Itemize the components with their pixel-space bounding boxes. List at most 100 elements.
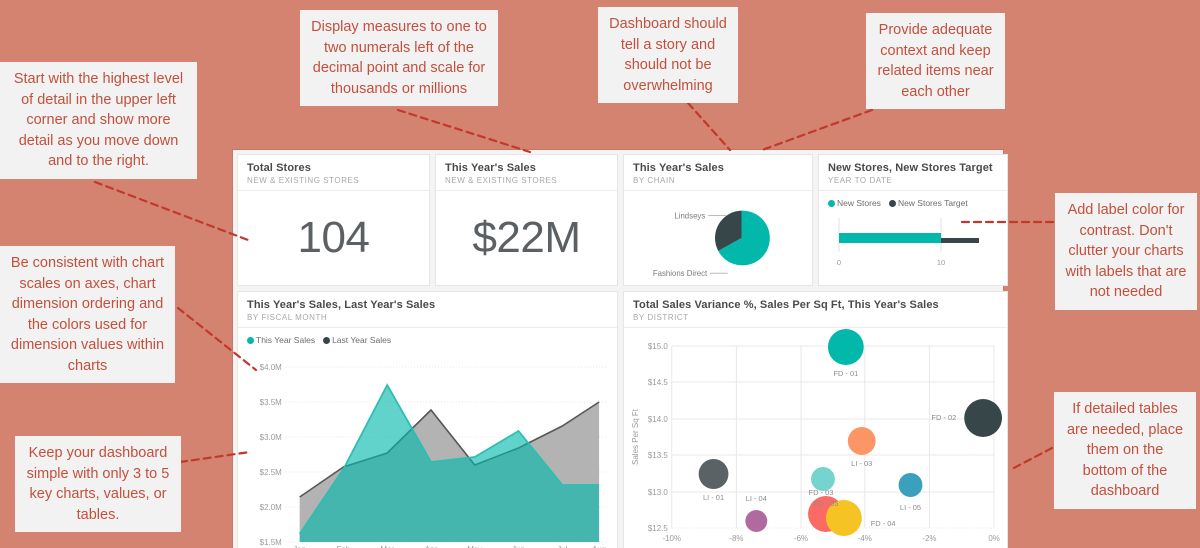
pie-label-lindseys: Lindseys (674, 211, 705, 220)
note-label-color: Add label color for contrast. Don't clut… (1055, 193, 1197, 310)
note-measures: Display measures to one to two numerals … (300, 10, 498, 107)
kpi-value-total-stores: 104 (297, 213, 370, 262)
note-detail-order: Start with the highest level of detail i… (0, 62, 197, 179)
tile-subtitle: BY CHAIN (633, 176, 676, 185)
tile-total-stores[interactable]: Total Stores NEW & EXISTING STORES 104 (237, 154, 430, 286)
ytick-3.5M: $3.5M (260, 398, 282, 407)
tile-title: This Year's Sales, Last Year's Sales (247, 299, 436, 311)
ytick-13.5: $13.5 (648, 451, 668, 460)
bubble-label-li-01: LI - 01 (703, 493, 724, 502)
bubble-label-fd-03: FD - 03 (809, 488, 834, 497)
legend-item-new-stores[interactable]: New Stores (828, 198, 881, 208)
bubble-li-01[interactable] (698, 459, 729, 489)
bubble-fd-01[interactable] (827, 329, 864, 365)
note-consistency: Be consistent with chart scales on axes,… (0, 246, 175, 384)
ytick-14.5: $14.5 (648, 378, 668, 387)
dashboard-canvas: Total Stores NEW & EXISTING STORES 104 T… (233, 150, 1008, 548)
legend-label: Last Year Sales (332, 335, 392, 345)
tile-header: This Year's Sales NEW & EXISTING STORES (436, 155, 617, 191)
tile-subtitle: BY DISTRICT (633, 313, 689, 322)
tile-variance-by-district[interactable]: Total Sales Variance %, Sales Per Sq Ft,… (623, 291, 1008, 548)
tile-title: This Year's Sales (445, 162, 536, 174)
tile-subtitle: NEW & EXISTING STORES (247, 176, 360, 185)
tile-title: Total Stores (247, 162, 311, 174)
tile-body: Lindseys Fashions Direct (624, 191, 812, 285)
tile-body: 104 (238, 191, 429, 285)
xtick--4: -4% (858, 534, 872, 543)
kpi-value-this-years-sales: $22M (472, 213, 581, 262)
tile-this-years-sales[interactable]: This Year's Sales NEW & EXISTING STORES … (435, 154, 618, 286)
tile-title: New Stores, New Stores Target (828, 162, 993, 174)
ytick-3.0M: $3.0M (260, 433, 282, 442)
legend-label: New Stores (837, 198, 881, 208)
note-tables: If detailed tables are needed, place the… (1054, 392, 1196, 509)
legend-item-this-year-sales[interactable]: This Year Sales (247, 335, 315, 345)
connector-context (760, 108, 874, 152)
tile-title: This Year's Sales (633, 162, 724, 174)
tile-body: This Year Sales Last Year Sales $4.0M $3… (238, 328, 617, 548)
ytick-2.5M: $2.5M (260, 468, 282, 477)
connector-story (686, 101, 732, 152)
tile-body: New Stores New Stores Target 0 10 (819, 191, 1007, 285)
legend-label: This Year Sales (256, 335, 316, 345)
bubble-label-fd-04: FD - 04 (871, 519, 896, 528)
legend-dot-icon (888, 199, 896, 207)
bubble-label-fd-05: FD - 05 (814, 499, 839, 508)
connector-tables (1008, 446, 1054, 472)
area-chart-sales-by-fiscal-month: $4.0M $3.5M $3.0M $2.5M $2.0M $1.5M Jan … (260, 363, 608, 548)
xtick--2: -2% (922, 534, 936, 543)
tile-sales-by-chain[interactable]: This Year's Sales BY CHAIN Lindseys Fash… (623, 154, 813, 286)
xtick--8: -8% (729, 534, 743, 543)
xtick--10: -10% (662, 534, 681, 543)
ytick-4.0M: $4.0M (260, 363, 282, 372)
xtick-0: 0 (837, 258, 841, 267)
bubble-label-li-04: LI - 04 (746, 494, 767, 503)
ytick-12.5: $12.5 (648, 524, 668, 533)
connector-measures (396, 108, 532, 154)
xtick--6: -6% (794, 534, 808, 543)
ytick-15.0: $15.0 (648, 342, 668, 351)
yaxis-title: Sales Per Sq Ft (631, 408, 640, 465)
bar-new-stores[interactable] (839, 233, 941, 243)
legend-dot-icon (247, 336, 254, 344)
tile-header: Total Sales Variance %, Sales Per Sq Ft,… (624, 292, 1007, 328)
legend-dot-icon (323, 336, 331, 344)
tile-sales-by-fiscal-month[interactable]: This Year's Sales, Last Year's Sales BY … (237, 291, 618, 548)
bubble-li-04[interactable] (745, 510, 768, 532)
xtick-0: 0% (988, 534, 1000, 543)
tile-new-stores[interactable]: New Stores, New Stores Target YEAR TO DA… (818, 154, 1008, 286)
note-context: Provide adequate context and keep relate… (866, 13, 1005, 110)
tile-header: Total Stores NEW & EXISTING STORES (238, 155, 429, 191)
ytick-1.5M: $1.5M (260, 538, 282, 547)
tile-subtitle: NEW & EXISTING STORES (445, 176, 558, 185)
legend-dot-icon (828, 199, 835, 207)
xtick-10: 10 (937, 258, 945, 267)
tile-header: New Stores, New Stores Target YEAR TO DA… (819, 155, 1007, 191)
bullet-chart-new-stores: 0 10 (837, 218, 979, 267)
bubble-fd-02[interactable] (964, 399, 1003, 437)
bubble-label-fd-01: FD - 01 (833, 369, 858, 378)
note-story: Dashboard should tell a story and should… (598, 7, 738, 104)
tile-body: $22M (436, 191, 617, 285)
bubble-li-05[interactable] (898, 473, 923, 497)
ytick-14.0: $14.0 (648, 415, 668, 424)
legend-label: New Stores Target (897, 198, 968, 208)
ytick-13.0: $13.0 (648, 488, 668, 497)
legend-sales-by-fiscal-month: This Year Sales Last Year Sales (238, 328, 617, 345)
bubble-label-li-03: LI - 03 (851, 459, 872, 468)
tile-title: Total Sales Variance %, Sales Per Sq Ft,… (633, 299, 939, 311)
bubble-label-li-05: LI - 05 (900, 503, 921, 512)
tile-header: This Year's Sales, Last Year's Sales BY … (238, 292, 617, 328)
legend-new-stores: New Stores New Stores Target (819, 191, 1007, 208)
legend-item-last-year-sales[interactable]: Last Year Sales (323, 335, 391, 345)
bubble-label-fd-02: FD - 02 (931, 413, 956, 422)
tile-subtitle: BY FISCAL MONTH (247, 313, 328, 322)
bubble-chart-variance-by-district: FD - 01 FD - 02 LI - 03 LI - 01 FD - 03 … (631, 329, 1003, 543)
tile-header: This Year's Sales BY CHAIN (624, 155, 812, 191)
legend-item-new-stores-target[interactable]: New Stores Target (888, 198, 968, 208)
tile-subtitle: YEAR TO DATE (828, 176, 893, 185)
ytick-2.0M: $2.0M (260, 503, 282, 512)
bubble-li-03[interactable] (847, 427, 876, 455)
note-simple: Keep your dashboard simple with only 3 t… (15, 436, 181, 533)
pie-label-fashions-direct: Fashions Direct (653, 269, 708, 278)
